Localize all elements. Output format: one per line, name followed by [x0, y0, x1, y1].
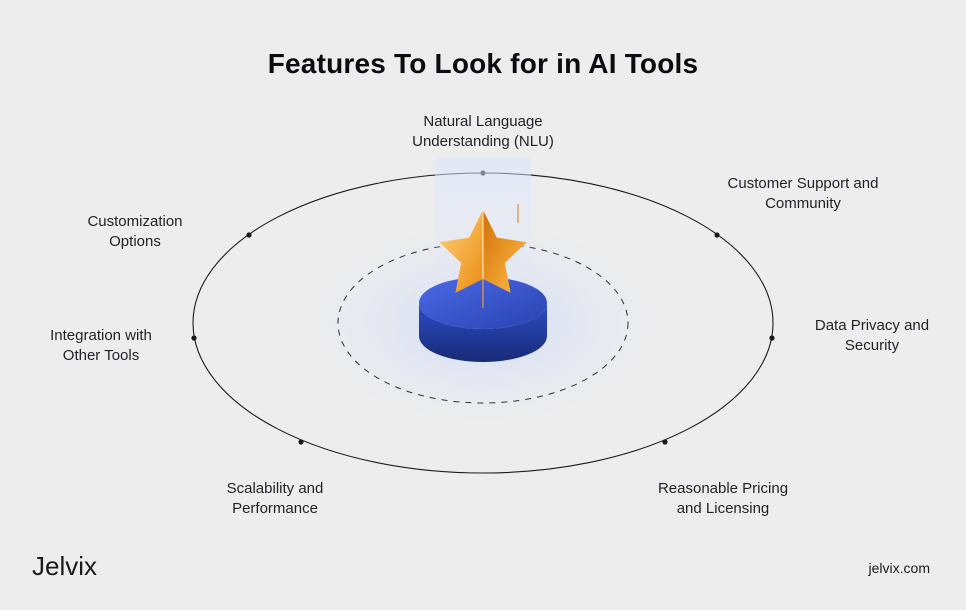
diagram: Natural Language Understanding (NLU) Cus…: [0, 98, 966, 550]
brand-url: jelvix.com: [869, 560, 930, 576]
feature-support-community: Customer Support and Community: [708, 174, 898, 213]
feature-nlu: Natural Language Understanding (NLU): [412, 112, 554, 151]
page-title: Features To Look for in AI Tools: [0, 48, 966, 80]
feature-data-privacy: Data Privacy and Security: [792, 316, 952, 355]
feature-customization: Customization Options: [60, 212, 210, 251]
feature-pricing: Reasonable Pricing and Licensing: [628, 479, 818, 518]
feature-integration: Integration with Other Tools: [26, 326, 176, 365]
diagram-svg: [123, 98, 843, 538]
brand-logo: Jelvix: [32, 551, 97, 582]
feature-scalability: Scalability and Performance: [190, 479, 360, 518]
